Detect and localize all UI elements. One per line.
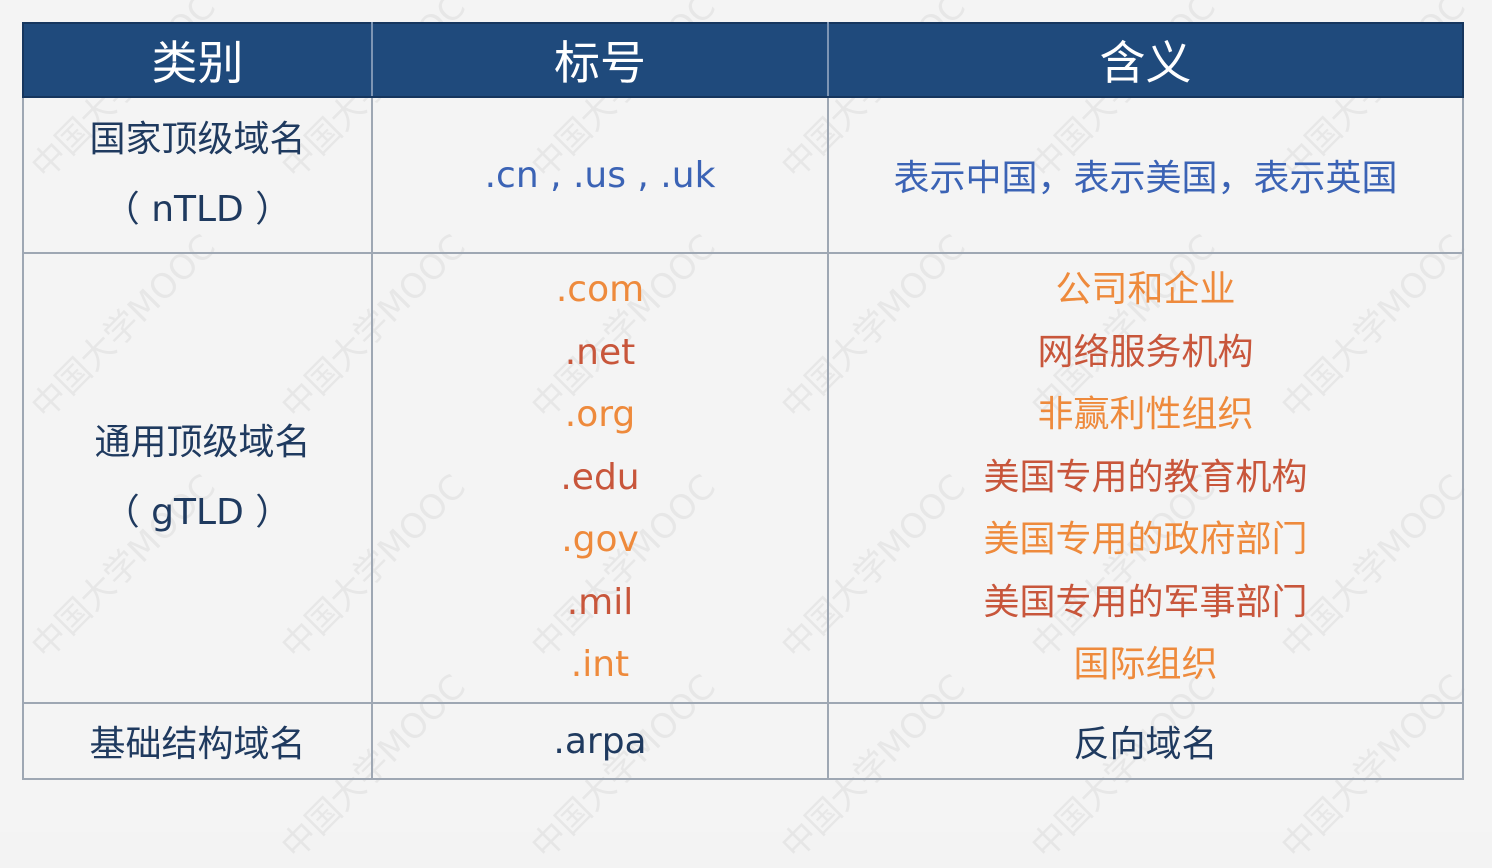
header-code: 标号	[371, 22, 829, 98]
gtld-category-line1: 通用顶级域名	[94, 422, 311, 463]
gtld-code: .com	[555, 269, 645, 311]
gtld-code: .int	[570, 644, 630, 686]
gtld-meaning: 美国专用的军事部门	[983, 581, 1308, 623]
gtld-code: .edu	[560, 456, 640, 498]
arpa-category-cell: 基础结构域名	[22, 702, 373, 780]
header-category: 类别	[22, 22, 373, 98]
gtld-meaning: 非赢利性组织	[1037, 394, 1254, 436]
ntld-meaning-cell: 表示中国，表示美国，表示英国	[827, 96, 1464, 254]
gtld-code: .net	[564, 331, 636, 373]
gtld-meaning: 美国专用的政府部门	[983, 519, 1308, 561]
gtld-codes-cell: .com .net .org .edu .gov .mil .int	[371, 252, 829, 704]
table-row-ntld: 国家顶级域名 （ nTLD ） .cn , .us , .uk 表示中国，表示美…	[22, 96, 1464, 254]
ntld-category-line1: 国家顶级域名	[89, 119, 306, 160]
gtld-category-cell: 通用顶级域名 （ gTLD ）	[22, 252, 373, 704]
arpa-category: 基础结构域名	[89, 724, 306, 765]
arpa-code-cell: .arpa	[371, 702, 829, 780]
gtld-code: .mil	[566, 581, 634, 623]
gtld-meaning-cell: 公司和企业 网络服务机构 非赢利性组织 美国专用的教育机构 美国专用的政府部门 …	[827, 252, 1464, 704]
arpa-meaning: 反向域名	[1073, 724, 1218, 765]
table-row-gtld: 通用顶级域名 （ gTLD ） .com .net .org .edu .gov…	[22, 252, 1464, 704]
gtld-code: .gov	[561, 519, 639, 561]
ntld-meaning: 表示中国，表示美国，表示英国	[893, 158, 1398, 199]
ntld-codes-cell: .cn , .us , .uk	[371, 96, 829, 254]
ntld-codes: .cn , .us , .uk	[484, 154, 716, 196]
arpa-meaning-cell: 反向域名	[827, 702, 1464, 780]
tld-table: 类别 标号 含义 国家顶级域名 （ nTLD ） .cn , .us , .uk…	[22, 22, 1464, 780]
ntld-category-line2: （ nTLD ）	[103, 189, 292, 230]
slide: 中国大学MOOC 中国大学MOOC 中国大学MOOC 中国大学MOOC 中国大学…	[0, 0, 1492, 867]
gtld-meaning: 国际组织	[1073, 644, 1218, 686]
gtld-code: .org	[564, 394, 636, 436]
table-row-arpa: 基础结构域名 .arpa 反向域名	[22, 702, 1464, 780]
table-header-row: 类别 标号 含义	[22, 22, 1464, 98]
ntld-category-cell: 国家顶级域名 （ nTLD ）	[22, 96, 373, 254]
gtld-meaning: 网络服务机构	[1037, 331, 1254, 373]
header-meaning: 含义	[827, 22, 1464, 98]
arpa-code: .arpa	[553, 720, 647, 762]
gtld-meaning: 公司和企业	[1055, 269, 1236, 311]
gtld-category-line2: （ gTLD ）	[103, 492, 292, 533]
gtld-meaning: 美国专用的教育机构	[983, 456, 1308, 498]
